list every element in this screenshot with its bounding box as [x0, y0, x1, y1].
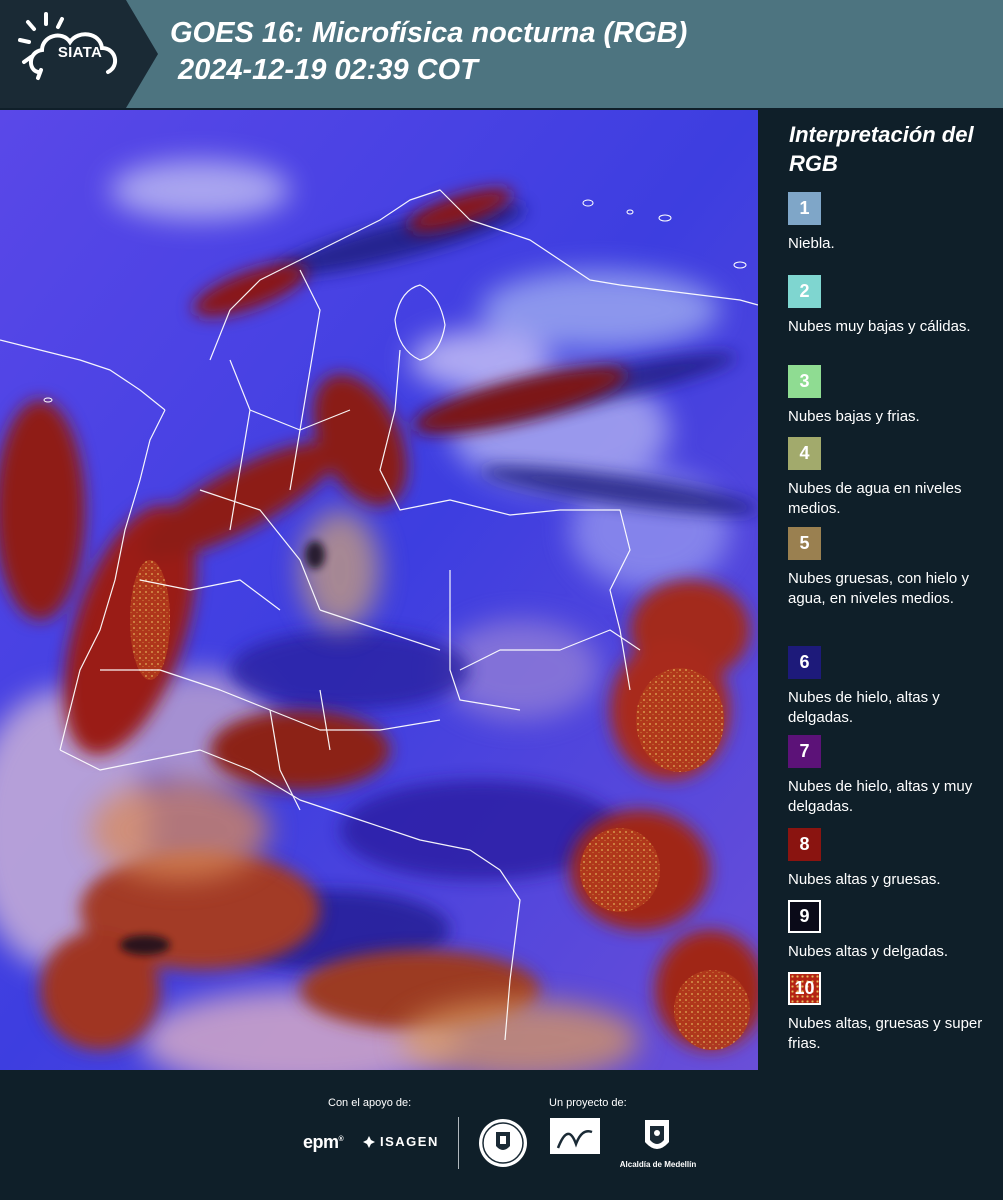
legend-label-10: Nubes altas, gruesas y super frias. — [788, 1015, 983, 1052]
university-seal-icon[interactable] — [478, 1118, 528, 1168]
legend-item-2: 2 Nubes muy bajas y cálidas. — [788, 275, 998, 337]
legend-label-4: Nubes de agua en niveles medios. — [788, 480, 962, 517]
legend-item-4: 4 Nubes de agua en niveles medios. — [788, 437, 998, 519]
legend-swatch-4: 4 — [788, 437, 821, 470]
legend-swatch-2: 2 — [788, 275, 821, 308]
legend-item-5: 5 Nubes gruesas, con hielo y agua, en niv… — [788, 527, 998, 609]
legend-label-1: Niebla. — [788, 235, 835, 252]
footer: Con el apoyo de: Un proyecto de: epm® IS… — [0, 1070, 1003, 1200]
footer-divider — [458, 1117, 459, 1169]
legend-item-10: 10 Nubes altas, gruesas y super frias. — [788, 972, 998, 1054]
satellite-map[interactable] — [0, 110, 758, 1070]
page-title: GOES 16: Microfísica nocturna (RGB) 2024… — [170, 14, 687, 88]
epm-logo-text: epm — [303, 1132, 339, 1152]
alcaldia-label: Alcaldía de Medellín — [619, 1160, 697, 1169]
isagen-mark-icon — [363, 1135, 375, 1148]
satellite-image — [0, 110, 758, 1070]
isagen-logo[interactable]: ISAGEN — [362, 1134, 439, 1149]
legend-swatch-1: 1 — [788, 192, 821, 225]
epm-logo[interactable]: epm® — [303, 1132, 344, 1153]
siata-logo-text: SIATA — [57, 44, 103, 61]
legend-label-3: Nubes bajas y frias. — [788, 408, 920, 425]
project-label: Un proyecto de: — [549, 1097, 627, 1109]
legend-label-5: Nubes gruesas, con hielo y agua, en nive… — [788, 570, 969, 607]
legend-item-8: 8 Nubes altas y gruesas. — [788, 828, 998, 890]
legend-label-2: Nubes muy bajas y cálidas. — [788, 318, 971, 335]
legend-label-6: Nubes de hielo, altas y delgadas. — [788, 689, 940, 726]
legend-title: Interpretación del RGB — [789, 122, 974, 176]
legend-item-6: 6 Nubes de hielo, altas y delgadas. — [788, 646, 998, 728]
rgb-legend: Interpretación del RGB 1 Niebla. 2 Nubes mu… — [770, 110, 1003, 1070]
legend-swatch-8: 8 — [788, 828, 821, 861]
legend-label-8: Nubes altas y gruesas. — [788, 871, 941, 888]
support-label: Con el apoyo de: — [328, 1097, 412, 1109]
legend-item-1: 1 Niebla. — [788, 192, 998, 254]
header: SIATA GOES 16: Microfísica nocturna (RGB… — [0, 0, 1003, 108]
legend-swatch-9: 9 — [788, 900, 821, 933]
title-timestamp: 2024-12-19 02:39 COT — [178, 54, 478, 86]
legend-item-7: 7 Nubes de hielo, altas y muy delgadas. — [788, 735, 998, 817]
isagen-logo-text: ISAGEN — [380, 1134, 439, 1149]
legend-label-9: Nubes altas y delgadas. — [788, 943, 949, 960]
legend-swatch-6: 6 — [788, 646, 821, 679]
legend-label-7: Nubes de hielo, altas y muy delgadas. — [788, 778, 973, 815]
legend-swatch-5: 5 — [788, 527, 821, 560]
siata-logo[interactable]: SIATA — [0, 0, 158, 108]
legend-item-3: 3 Nubes bajas y frias. — [788, 365, 998, 427]
legend-swatch-7: 7 — [788, 735, 821, 768]
title-product: GOES 16: Microfísica nocturna (RGB) — [170, 17, 688, 49]
area-metropolitana-logo[interactable] — [550, 1118, 600, 1170]
legend-item-9: 9 Nubes altas y delgadas. — [788, 900, 998, 962]
legend-swatch-10: 10 — [788, 972, 821, 1005]
legend-swatch-3: 3 — [788, 365, 821, 398]
alcaldia-shield-icon[interactable] — [643, 1118, 671, 1156]
